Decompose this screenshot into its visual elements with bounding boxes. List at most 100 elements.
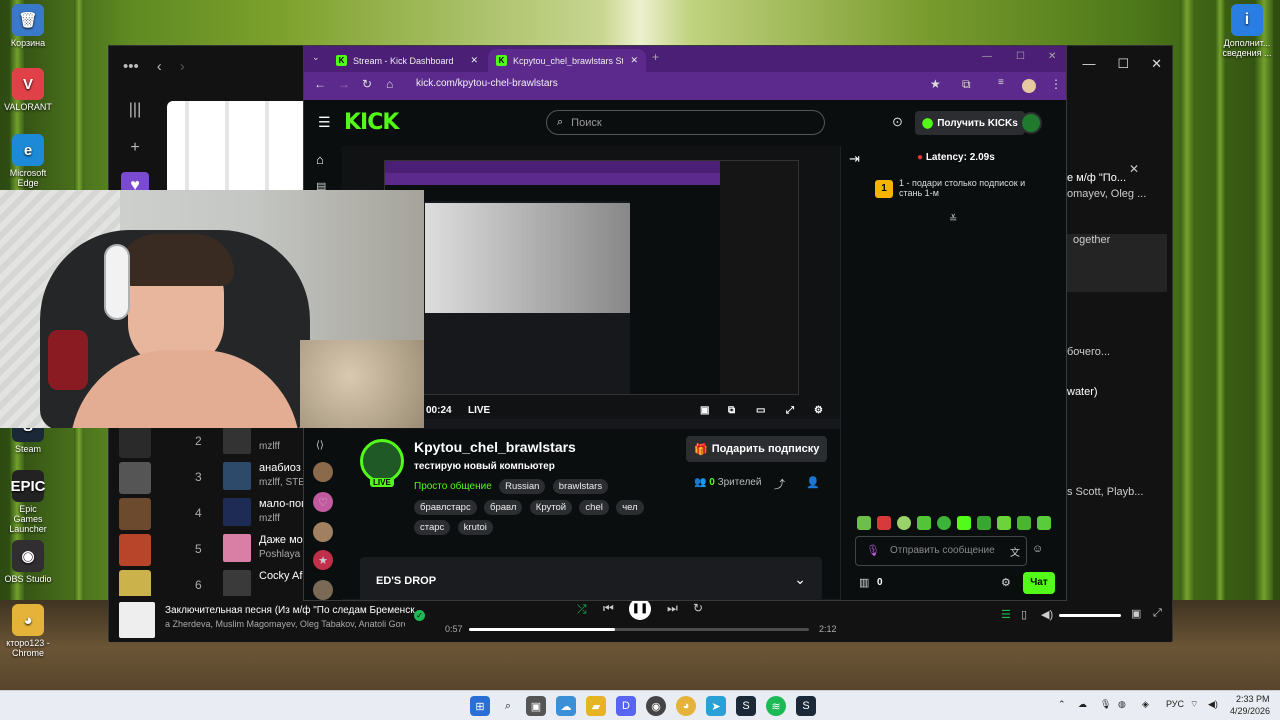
maximize-icon[interactable]: ☐ xyxy=(1016,51,1025,62)
followed-channel-avatar[interactable] xyxy=(313,522,333,542)
miniplayer-icon[interactable]: ▣ xyxy=(700,405,709,416)
desktop-icon[interactable]: 🗑 Корзина xyxy=(4,4,52,48)
extensions-icon[interactable]: ⧉ xyxy=(962,77,971,92)
chat-settings-icon[interactable]: ⚙ xyxy=(1001,576,1011,589)
followed-channel-avatar[interactable] xyxy=(313,462,333,482)
volume-slider[interactable] xyxy=(1059,614,1121,617)
new-tab-icon[interactable]: + xyxy=(652,50,659,64)
fullscreen-icon[interactable]: ⤢ xyxy=(786,405,794,416)
emote[interactable] xyxy=(1037,516,1051,530)
get-kicks-button[interactable]: ⬤ Получить KICKs xyxy=(915,111,1025,135)
close-icon[interactable]: ✕ xyxy=(1048,51,1056,62)
reload-icon[interactable]: ↻ xyxy=(362,77,372,91)
tab-stream[interactable]: K Kcpytou_chel_brawlstars Stream ✕ xyxy=(488,49,646,72)
followed-channel-avatar[interactable] xyxy=(313,580,333,600)
category-link[interactable]: Просто общение xyxy=(414,481,492,492)
now-playing-title[interactable]: Заключительная песня (Из м/ф "По следам … xyxy=(165,605,415,616)
gift-sub-button[interactable]: 🎁 Подарить подписку xyxy=(686,436,828,462)
widgets-icon[interactable]: ☁ xyxy=(556,696,576,716)
emote[interactable] xyxy=(917,516,931,530)
channel-name[interactable]: Kpytou_chel_brawlstars xyxy=(414,439,576,455)
chrome-menu-icon[interactable]: ⋮ xyxy=(1050,77,1062,91)
user-avatar[interactable] xyxy=(1020,112,1042,134)
task-view-icon[interactable]: ▣ xyxy=(526,696,546,716)
hamburger-icon[interactable]: ☰ xyxy=(318,114,331,131)
playlist-thumb[interactable] xyxy=(119,498,151,530)
tray-overflow-icon[interactable]: ⌃ xyxy=(1058,699,1066,710)
minimize-icon[interactable]: — xyxy=(1082,56,1095,72)
chevron-down-icon[interactable]: ⌄ xyxy=(794,571,806,588)
collapse-chat-icon[interactable]: ⇥ xyxy=(849,151,860,167)
network-icon[interactable]: ⌔ xyxy=(1190,699,1198,710)
progress-track[interactable] xyxy=(469,628,809,631)
forward-arrow-icon[interactable]: › xyxy=(180,58,185,75)
tag-chip[interactable]: brawlstars xyxy=(552,479,609,494)
emote[interactable] xyxy=(857,516,871,530)
back-arrow-icon[interactable]: ‹ xyxy=(157,58,162,75)
clip-icon[interactable]: ⧉ xyxy=(728,405,735,416)
miniplayer-icon[interactable]: ▣ xyxy=(1131,607,1141,620)
previous-icon[interactable]: ⏮ xyxy=(603,601,614,616)
pinned-leaderboard[interactable]: 1 1 - подари столько подписок и стань 1-… xyxy=(841,174,1066,214)
search-icon[interactable]: ⌕ xyxy=(498,696,518,716)
tag-chip[interactable]: бравл xyxy=(484,500,523,515)
playlist-thumb[interactable] xyxy=(119,462,151,494)
tab-close-icon[interactable]: ✕ xyxy=(630,55,638,66)
tab-close-icon[interactable]: ✕ xyxy=(470,55,478,66)
tag-chip[interactable]: Russian xyxy=(499,479,546,494)
share-icon[interactable]: ⤴ xyxy=(774,476,785,492)
followed-channel-avatar[interactable]: ★ xyxy=(313,550,333,570)
translate-icon[interactable]: 文 xyxy=(1010,544,1020,559)
settings-gear-icon[interactable]: ⚙ xyxy=(814,405,823,416)
clock-time[interactable]: 2:33 PM xyxy=(1236,694,1270,704)
desktop-icon-info[interactable]: i Дополнит... сведения ... xyxy=(1220,4,1274,58)
maximize-icon[interactable]: ☐ xyxy=(1117,56,1129,72)
clock-date[interactable]: 4/29/2026 xyxy=(1230,706,1270,716)
send-chat-button[interactable]: Чат xyxy=(1023,572,1055,594)
start-icon[interactable]: ⊞ xyxy=(470,696,490,716)
rewards-icon[interactable]: ⊙ xyxy=(892,114,903,130)
steam-icon[interactable]: S xyxy=(796,696,816,716)
desktop-icon[interactable]: EPIC Epic Games Launcher xyxy=(4,470,52,534)
steam-icon[interactable]: S xyxy=(736,696,756,716)
added-check-icon[interactable]: ✓ xyxy=(414,610,425,621)
message-input[interactable]: 🎙 Отправить сообщение 文 ☺ xyxy=(855,536,1043,566)
add-icon[interactable]: + xyxy=(121,134,149,162)
desktop-icon[interactable]: ◕ ктоpo123 - Chrome xyxy=(4,604,52,658)
pinned-expand-icon[interactable]: ≚ xyxy=(949,214,957,225)
volume-icon[interactable]: ◀) xyxy=(1041,608,1053,621)
chrome-icon[interactable]: ◕ xyxy=(676,696,696,716)
emoji-icon[interactable]: ☺ xyxy=(1032,543,1043,555)
playlist-thumb[interactable] xyxy=(119,426,151,458)
microphone-icon[interactable]: 🎙 xyxy=(1100,699,1111,710)
bookmark-star-icon[interactable]: ★ xyxy=(930,77,941,91)
devices-icon[interactable]: ▯ xyxy=(1021,608,1027,621)
profile-avatar[interactable] xyxy=(1022,79,1036,93)
tab-search-icon[interactable]: ⌄ xyxy=(312,52,320,63)
emote[interactable] xyxy=(937,516,951,530)
app-tray-icon[interactable]: ◈ xyxy=(1142,699,1149,710)
playlist-thumb[interactable] xyxy=(119,534,151,566)
desktop-icon[interactable]: V VALORANT xyxy=(4,68,52,112)
channel-avatar[interactable] xyxy=(360,439,404,483)
desktop-icon[interactable]: e Microsoft Edge xyxy=(4,134,52,188)
tag-chip[interactable]: Крутой xyxy=(529,500,573,515)
shuffle-icon[interactable]: ⤮ xyxy=(577,602,587,617)
fullscreen-icon[interactable]: ⤢ xyxy=(1153,607,1162,620)
repeat-icon[interactable]: ↻ xyxy=(693,601,703,615)
emote[interactable] xyxy=(1017,516,1031,530)
next-icon[interactable]: ⏭ xyxy=(667,601,678,616)
tag-chip[interactable]: chel xyxy=(579,500,609,515)
spotify-icon[interactable]: ≋ xyxy=(766,696,786,716)
reading-list-icon[interactable]: ≡ xyxy=(998,77,1004,88)
tab-dashboard[interactable]: K Stream - Kick Dashboard ✕ xyxy=(328,49,486,72)
emote[interactable] xyxy=(897,516,911,530)
discord-icon[interactable]: D xyxy=(616,696,636,716)
volume-icon[interactable]: ◀) xyxy=(1208,699,1218,710)
live-indicator[interactable]: LIVE xyxy=(468,405,490,416)
tag-chip[interactable]: чел xyxy=(616,500,644,515)
microphone-icon[interactable]: 🎙 xyxy=(866,544,880,557)
language-indicator[interactable]: РУС xyxy=(1166,699,1184,709)
back-icon[interactable]: ← xyxy=(314,77,326,91)
minimize-icon[interactable]: — xyxy=(982,51,992,62)
